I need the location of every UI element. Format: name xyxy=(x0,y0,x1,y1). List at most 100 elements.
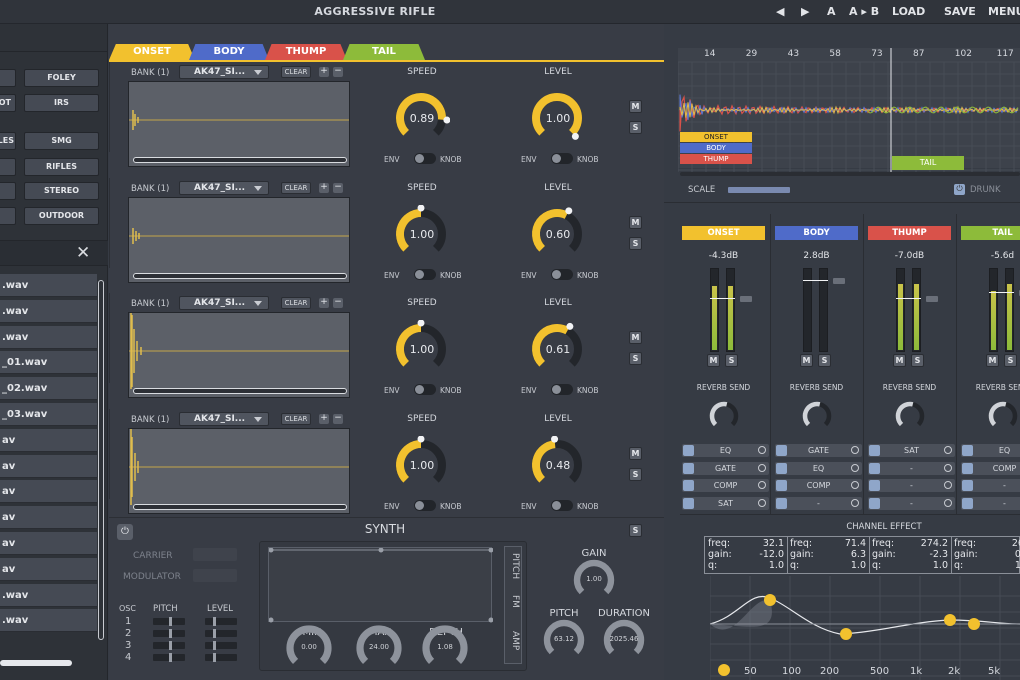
reverb-send-knob[interactable] xyxy=(890,396,930,436)
synth-solo-button[interactable]: S xyxy=(629,524,642,537)
sample-select[interactable]: AK47_SI... xyxy=(179,296,269,310)
env-knob-toggle[interactable] xyxy=(551,499,573,511)
fx-slot[interactable]: EQ xyxy=(961,444,1020,457)
eq-band-gain-value[interactable]: 6.3 xyxy=(830,549,866,560)
fx-settings-icon[interactable] xyxy=(944,498,952,507)
a-button[interactable]: A xyxy=(827,5,836,18)
channel-header-onset[interactable]: ONSET xyxy=(682,226,765,240)
waveform-display[interactable] xyxy=(128,81,350,167)
clear-button[interactable]: CLEAR xyxy=(281,66,311,78)
waveform-display[interactable] xyxy=(128,427,350,514)
category-button[interactable] xyxy=(0,182,16,200)
fader-handle[interactable] xyxy=(926,296,938,302)
reverb-send-knob[interactable] xyxy=(983,396,1020,436)
fx-settings-icon[interactable] xyxy=(758,481,766,489)
mute-button[interactable]: M xyxy=(629,100,642,113)
env-knob-toggle[interactable] xyxy=(414,499,436,511)
fx-slot[interactable]: COMP xyxy=(775,479,862,492)
fx-slot[interactable]: SAT xyxy=(868,444,955,457)
reverb-send-knob[interactable] xyxy=(704,396,744,436)
fx-settings-icon[interactable] xyxy=(758,498,766,507)
channel-solo-button[interactable]: S xyxy=(725,354,738,367)
category-button[interactable] xyxy=(0,158,16,176)
channel-header-tail[interactable]: TAIL xyxy=(961,226,1020,240)
eq-band-freq-value[interactable]: 274.2 xyxy=(912,538,948,549)
fx-settings-icon[interactable] xyxy=(851,463,859,472)
fader-handle[interactable] xyxy=(833,278,845,284)
eq-band-gain-value[interactable]: -2.3 xyxy=(912,549,948,560)
fx-slot[interactable]: COMP xyxy=(961,461,1020,475)
fx-slot[interactable]: EQ xyxy=(775,461,862,475)
waveform-display[interactable] xyxy=(128,196,350,283)
osc-level-slider[interactable] xyxy=(205,642,237,649)
fx-slot[interactable]: COMP xyxy=(682,479,769,492)
channel-solo-button[interactable]: S xyxy=(818,354,831,367)
category-rifles[interactable]: RIFLES xyxy=(24,158,99,176)
mute-button[interactable]: M xyxy=(629,215,642,229)
osc-level-handle[interactable] xyxy=(213,617,216,626)
eq-band-q-value[interactable]: 1.0 xyxy=(912,560,948,571)
channel-header-body[interactable]: BODY xyxy=(775,226,858,240)
fx-power-icon[interactable] xyxy=(776,445,787,456)
fx-settings-icon[interactable] xyxy=(851,481,859,489)
drunk-power-icon[interactable]: ⏻ xyxy=(954,184,965,195)
remove-sample-button[interactable]: − xyxy=(333,298,343,308)
tab-tail[interactable]: TAIL xyxy=(343,44,425,60)
add-sample-button[interactable]: + xyxy=(319,298,329,308)
file-item[interactable]: .wav xyxy=(0,274,97,297)
osc-level-slider[interactable] xyxy=(205,630,237,637)
eq-band-q-value[interactable]: 1.0 xyxy=(994,560,1020,571)
marker-tail[interactable]: TAIL xyxy=(892,156,964,170)
channel-mute-button[interactable]: M xyxy=(800,354,813,367)
search-bar[interactable] xyxy=(0,240,108,266)
solo-button[interactable]: S xyxy=(629,352,642,365)
osc-level-slider[interactable] xyxy=(205,618,237,625)
category-ot[interactable]: OT xyxy=(0,94,16,112)
eq-band-q-value[interactable]: 1.0 xyxy=(748,560,784,571)
add-sample-button[interactable]: + xyxy=(319,182,329,193)
fx-power-icon[interactable] xyxy=(869,497,880,509)
waveform-scrollbar[interactable] xyxy=(133,157,347,163)
file-item[interactable]: av xyxy=(0,480,97,504)
file-item[interactable]: av xyxy=(0,506,97,530)
waveform-scrollbar[interactable] xyxy=(133,388,347,394)
synth-power-icon[interactable]: ⏻ xyxy=(117,524,133,540)
tab-thump[interactable]: THUMP xyxy=(265,44,347,60)
file-item[interactable]: av xyxy=(0,428,97,452)
category-les[interactable]: LES xyxy=(0,132,16,150)
file-item[interactable]: av xyxy=(0,454,97,478)
tab-body[interactable]: BODY xyxy=(189,44,269,60)
env-knob-toggle[interactable] xyxy=(551,384,573,395)
fx-slot[interactable]: EQ xyxy=(682,444,769,457)
ab-compare-button[interactable]: A ▸ B xyxy=(849,5,879,18)
file-item[interactable]: .wav xyxy=(0,609,97,633)
marker-thump[interactable]: THUMP xyxy=(680,154,752,164)
osc-level-handle[interactable] xyxy=(213,653,216,662)
category-outdoor[interactable]: OUTDOOR xyxy=(24,207,99,225)
channel-mute-button[interactable]: M xyxy=(707,354,720,367)
fx-power-icon[interactable] xyxy=(962,497,973,509)
osc-pitch-handle[interactable] xyxy=(169,641,172,650)
channel-header-thump[interactable]: THUMP xyxy=(868,226,951,240)
env-knob-toggle[interactable] xyxy=(414,384,436,395)
file-item[interactable]: .wav xyxy=(0,583,97,607)
waveform-scrollbar[interactable] xyxy=(133,503,347,510)
solo-button[interactable]: S xyxy=(629,236,642,250)
fx-settings-icon[interactable] xyxy=(758,463,766,472)
fx-slot[interactable]: - xyxy=(961,479,1020,492)
osc-pitch-handle[interactable] xyxy=(169,617,172,626)
fx-power-icon[interactable] xyxy=(776,462,787,474)
fx-settings-icon[interactable] xyxy=(944,446,952,454)
side-tab-amp[interactable]: AMP xyxy=(506,631,520,650)
env-knob-toggle[interactable] xyxy=(551,153,573,164)
fx-power-icon[interactable] xyxy=(683,480,694,491)
eq-band-freq-value[interactable]: 267 xyxy=(994,538,1020,549)
solo-button[interactable]: S xyxy=(629,467,642,481)
fader-handle[interactable] xyxy=(740,296,752,302)
osc-pitch-handle[interactable] xyxy=(169,653,172,662)
modulator-select[interactable] xyxy=(193,569,237,582)
sample-select[interactable]: AK47_SI... xyxy=(179,65,269,79)
file-item[interactable]: _02.wav xyxy=(0,377,97,401)
add-sample-button[interactable]: + xyxy=(319,413,329,424)
add-sample-button[interactable]: + xyxy=(319,67,329,77)
